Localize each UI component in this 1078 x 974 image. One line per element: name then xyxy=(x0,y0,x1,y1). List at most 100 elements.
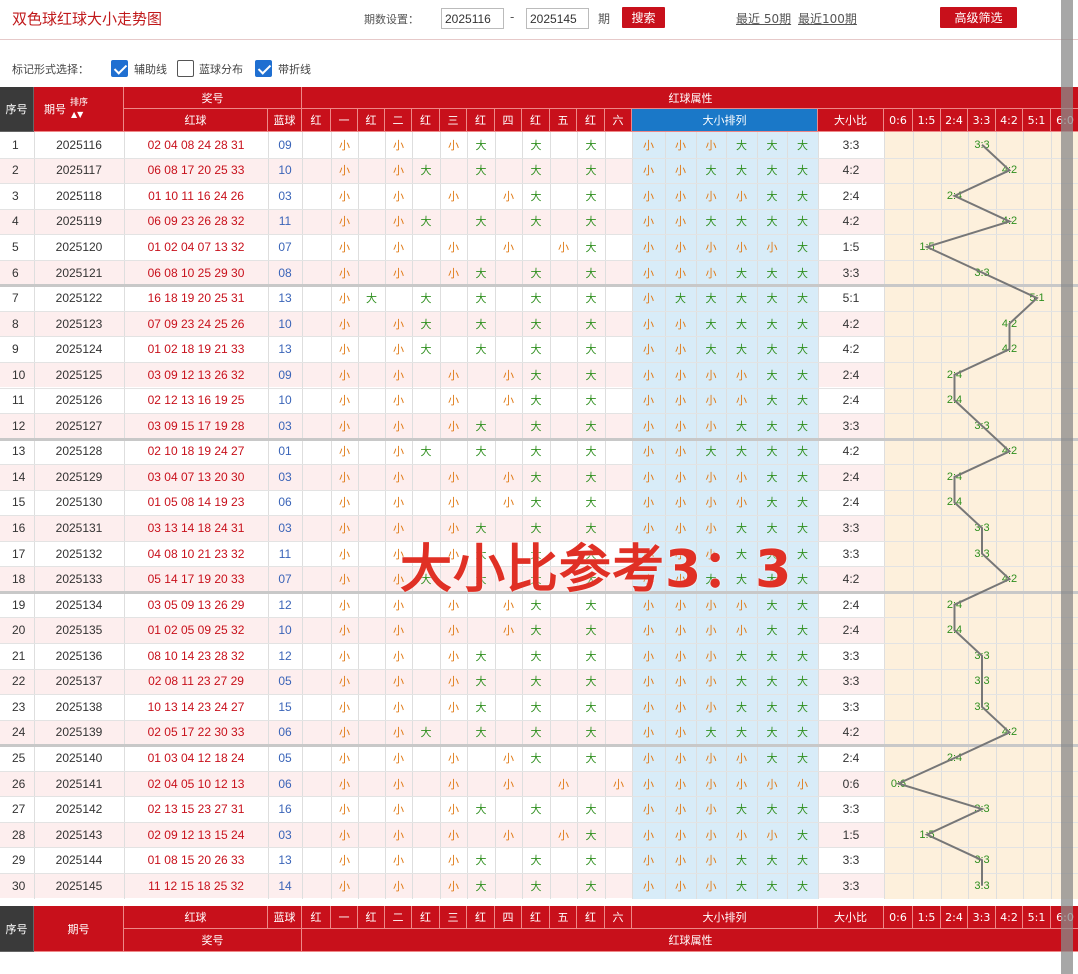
row-ratio: 2:4 xyxy=(842,367,860,382)
search-button[interactable]: 搜索 xyxy=(622,7,665,28)
footer-ratio-option: 1:5 xyxy=(913,906,941,929)
big-marker: 大 xyxy=(585,650,597,663)
small-marker: 小 xyxy=(705,190,717,203)
big-marker: 大 xyxy=(705,216,717,229)
ratio-marker: 2:4 xyxy=(946,598,963,611)
big-marker: 大 xyxy=(797,446,808,459)
ratio-reference-overlay: 大小比参考3：3 xyxy=(400,540,793,600)
row-red-balls: 01 08 15 20 26 33 xyxy=(147,853,245,868)
row-blue-ball: 06 xyxy=(278,725,292,740)
small-marker: 小 xyxy=(643,216,654,229)
big-marker: 大 xyxy=(797,752,808,765)
row-seq: 20 xyxy=(12,623,26,638)
footer-ratio-option: 2:4 xyxy=(941,906,968,929)
footer-ratio-option: 3:3 xyxy=(968,906,996,929)
row-period: 2025130 xyxy=(55,495,103,510)
small-marker: 小 xyxy=(643,165,654,178)
big-marker: 大 xyxy=(797,804,808,817)
recent-50-link[interactable]: 最近 50期 xyxy=(736,10,791,27)
row-red-balls: 05 14 17 19 20 33 xyxy=(147,572,245,587)
small-marker: 小 xyxy=(503,471,514,484)
row-period: 2025129 xyxy=(55,469,103,484)
small-marker: 小 xyxy=(766,241,778,254)
small-marker: 小 xyxy=(448,139,459,152)
row-period: 2025136 xyxy=(55,648,103,663)
small-marker: 小 xyxy=(339,778,350,791)
big-marker: 大 xyxy=(475,318,487,331)
big-marker: 大 xyxy=(475,855,487,868)
big-marker: 大 xyxy=(797,139,808,152)
big-marker: 大 xyxy=(420,216,432,229)
small-marker: 小 xyxy=(448,369,459,382)
recent-100-link[interactable]: 最近100期 xyxy=(798,10,857,27)
row-period: 2025143 xyxy=(55,827,103,842)
footer-arrangement: 大小排列 xyxy=(632,906,818,929)
small-marker: 小 xyxy=(705,471,717,484)
big-marker: 大 xyxy=(705,727,717,740)
row-red-balls: 08 10 14 23 28 32 xyxy=(147,648,245,663)
blue-distribution-checkbox[interactable] xyxy=(177,60,194,77)
row-red-balls: 01 10 11 16 24 26 xyxy=(148,188,244,203)
small-marker: 小 xyxy=(339,395,350,408)
small-marker: 小 xyxy=(705,778,717,791)
small-marker: 小 xyxy=(339,216,350,229)
small-marker: 小 xyxy=(448,829,459,842)
small-marker: 小 xyxy=(643,446,654,459)
row-red-balls: 06 09 23 26 28 32 xyxy=(147,214,245,229)
big-marker: 大 xyxy=(797,701,808,714)
fold-line-checkbox[interactable] xyxy=(255,60,272,77)
row-ratio: 3:3 xyxy=(842,853,860,868)
big-marker: 大 xyxy=(736,420,747,433)
ratio-marker: 4:2 xyxy=(1001,317,1018,330)
ratio-marker: 4:2 xyxy=(1001,445,1018,458)
big-marker: 大 xyxy=(585,344,597,357)
vertical-scrollbar[interactable] xyxy=(1061,0,1073,974)
big-marker: 大 xyxy=(530,216,542,229)
big-marker: 大 xyxy=(736,165,747,178)
small-marker: 小 xyxy=(339,344,350,357)
sort-arrows-icon[interactable]: ▲▼ xyxy=(71,110,83,119)
small-marker: 小 xyxy=(393,829,404,842)
small-marker: 小 xyxy=(736,625,747,638)
row-red-balls: 10 13 14 23 24 27 xyxy=(147,699,245,714)
small-marker: 小 xyxy=(675,778,686,791)
row-period: 2025127 xyxy=(55,418,103,433)
row-ratio: 3:3 xyxy=(842,674,860,689)
end-period-input[interactable] xyxy=(526,8,589,29)
row-seq: 13 xyxy=(12,444,26,459)
sort-button[interactable]: 排序 xyxy=(70,98,88,109)
row-blue-ball: 03 xyxy=(278,827,292,842)
position-header: 红 xyxy=(467,109,495,132)
advanced-filter-button[interactable]: 高级筛选 xyxy=(940,7,1017,28)
big-marker: 大 xyxy=(585,446,597,459)
row-blue-ball: 06 xyxy=(278,776,292,791)
big-marker: 大 xyxy=(585,318,597,331)
small-marker: 小 xyxy=(643,471,654,484)
aux-line-checkbox[interactable] xyxy=(111,60,128,77)
period-dash: - xyxy=(510,10,515,24)
big-marker: 大 xyxy=(530,293,542,306)
big-marker: 大 xyxy=(736,880,747,893)
small-marker: 小 xyxy=(393,344,404,357)
row-period: 2025139 xyxy=(55,725,103,740)
row-ratio: 2:4 xyxy=(842,623,860,638)
big-marker: 大 xyxy=(420,446,432,459)
big-marker: 大 xyxy=(530,701,542,714)
row-blue-ball: 13 xyxy=(278,342,292,357)
row-blue-ball: 05 xyxy=(278,674,292,689)
small-marker: 小 xyxy=(339,165,350,178)
row-ratio: 4:2 xyxy=(842,725,860,740)
period-header-label: 期号 xyxy=(44,103,66,116)
row-seq: 25 xyxy=(12,750,26,765)
small-marker: 小 xyxy=(766,778,778,791)
big-marker: 大 xyxy=(585,676,597,689)
row-blue-ball: 03 xyxy=(278,469,292,484)
small-marker: 小 xyxy=(705,752,717,765)
big-marker: 大 xyxy=(766,293,778,306)
big-marker: 大 xyxy=(585,497,597,510)
arrangement-header: 大小排列 xyxy=(632,109,818,132)
big-marker: 大 xyxy=(736,650,747,663)
start-period-input[interactable] xyxy=(441,8,504,29)
ratio-marker: 2:4 xyxy=(946,368,963,381)
row-ratio: 4:2 xyxy=(842,444,860,459)
